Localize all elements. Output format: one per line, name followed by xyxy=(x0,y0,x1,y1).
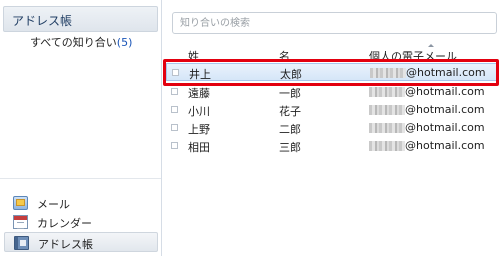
row-checkbox[interactable] xyxy=(171,106,178,113)
nav-label-mail: メール xyxy=(37,198,70,211)
search-input[interactable] xyxy=(180,15,480,31)
cell-last-name: 小川 xyxy=(188,105,210,118)
folder-label: すべての知り合い xyxy=(30,36,117,49)
cell-last-name: 相田 xyxy=(188,141,210,154)
row-checkbox[interactable] xyxy=(172,69,179,76)
table-row[interactable]: 井上 太郎 @hotmail.com xyxy=(166,63,498,81)
mail-icon xyxy=(13,196,28,210)
table-row[interactable]: 小川 花子 @hotmail.com xyxy=(166,101,498,119)
nav-label-calendar: カレンダー xyxy=(37,217,92,230)
column-header-email[interactable]: 個人の電子メール xyxy=(369,48,457,64)
sidebar-divider xyxy=(0,178,161,179)
cell-last-name: 井上 xyxy=(189,68,211,81)
search-box xyxy=(172,12,497,34)
folder-all-contacts[interactable]: すべての知り合い(5) xyxy=(30,34,132,50)
redacted-email-user xyxy=(369,105,405,115)
redacted-email-user xyxy=(369,141,405,151)
calendar-icon xyxy=(13,215,28,229)
redacted-email-user xyxy=(369,123,405,133)
column-header-first-name[interactable]: 名 xyxy=(279,48,290,64)
nav-item-address-book[interactable]: アドレス帳 xyxy=(4,232,158,252)
cell-email: @hotmail.com xyxy=(405,103,485,116)
sort-indicator-icon xyxy=(428,44,434,47)
table-row[interactable]: 上野 二郎 @hotmail.com xyxy=(166,119,498,137)
redacted-email-user xyxy=(369,87,405,97)
cell-first-name: 太郎 xyxy=(280,68,302,81)
folder-count-close: ) xyxy=(128,36,133,49)
cell-email: @hotmail.com xyxy=(406,66,486,79)
redacted-email-user xyxy=(370,68,406,78)
address-book-icon xyxy=(14,236,29,250)
row-checkbox[interactable] xyxy=(171,124,178,131)
sidebar: アドレス帳 すべての知り合い(5) メール カレンダー アドレス帳 xyxy=(0,0,162,256)
cell-first-name: 一郎 xyxy=(279,87,301,100)
cell-first-name: 三郎 xyxy=(279,141,301,154)
sidebar-title: アドレス帳 xyxy=(12,14,73,28)
sidebar-header[interactable]: アドレス帳 xyxy=(3,6,158,32)
cell-last-name: 上野 xyxy=(188,123,210,136)
nav-label-address-book: アドレス帳 xyxy=(38,238,93,251)
table-row[interactable]: 相田 三郎 @hotmail.com xyxy=(166,137,498,155)
nav-item-mail[interactable]: メール xyxy=(4,193,158,213)
row-checkbox[interactable] xyxy=(171,142,178,149)
column-header-last-name[interactable]: 姓 xyxy=(188,48,199,64)
cell-email: @hotmail.com xyxy=(405,85,485,98)
cell-first-name: 二郎 xyxy=(279,123,301,136)
cell-last-name: 遠藤 xyxy=(188,87,210,100)
cell-email: @hotmail.com xyxy=(405,139,485,152)
table-row[interactable]: 遠藤 一郎 @hotmail.com xyxy=(166,83,498,101)
row-checkbox[interactable] xyxy=(171,88,178,95)
cell-email: @hotmail.com xyxy=(405,121,485,134)
nav-item-calendar[interactable]: カレンダー xyxy=(4,212,158,232)
cell-first-name: 花子 xyxy=(279,105,301,118)
